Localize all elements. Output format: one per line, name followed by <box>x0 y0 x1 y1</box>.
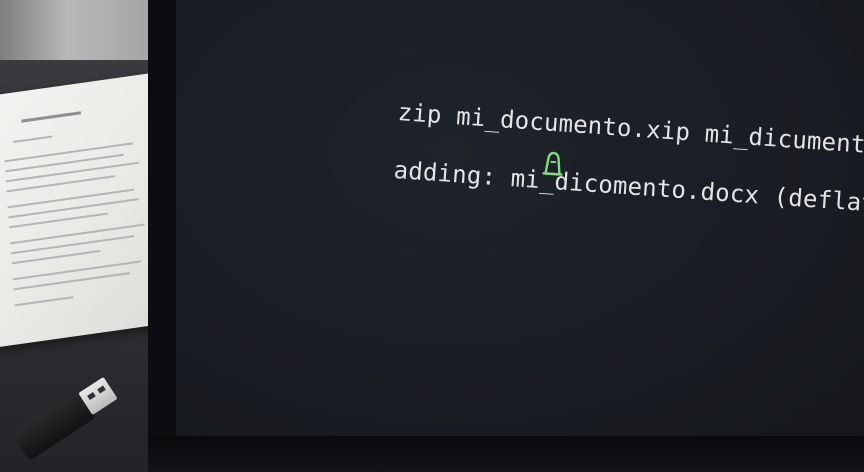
terminal-indent <box>365 176 393 178</box>
paper-document <box>0 73 166 350</box>
back-wall <box>0 0 150 62</box>
terminal-output: zip mi_documento.xip mi_dicumento.docx a… <box>220 40 864 220</box>
document-text-line <box>5 161 140 183</box>
document-text-line <box>8 198 139 219</box>
usb-connector-hole <box>97 385 106 394</box>
terminal-screen: zip mi_documento.xip mi_dicumento.docx a… <box>176 0 864 436</box>
document-heading-line <box>21 111 81 123</box>
usb-connector-hole <box>87 392 96 401</box>
photo-scene: zip mi_documento.xip mi_dicumento.docx a… <box>0 0 864 472</box>
document-text-line <box>14 296 74 307</box>
document-text-line <box>12 135 53 144</box>
document-text-line <box>9 223 145 245</box>
document-text-line <box>4 142 134 163</box>
monitor-bezel <box>148 436 864 472</box>
document-text-line <box>12 260 142 281</box>
document-text-line <box>4 153 124 173</box>
bell-prompt-icon <box>369 97 563 176</box>
monitor: zip mi_documento.xip mi_dicumento.docx a… <box>148 0 864 472</box>
document-text-line <box>7 188 135 209</box>
document-text-line <box>10 235 135 255</box>
terminal-command-line: zip mi_documento.xip mi_dicumento.docx <box>224 40 864 176</box>
